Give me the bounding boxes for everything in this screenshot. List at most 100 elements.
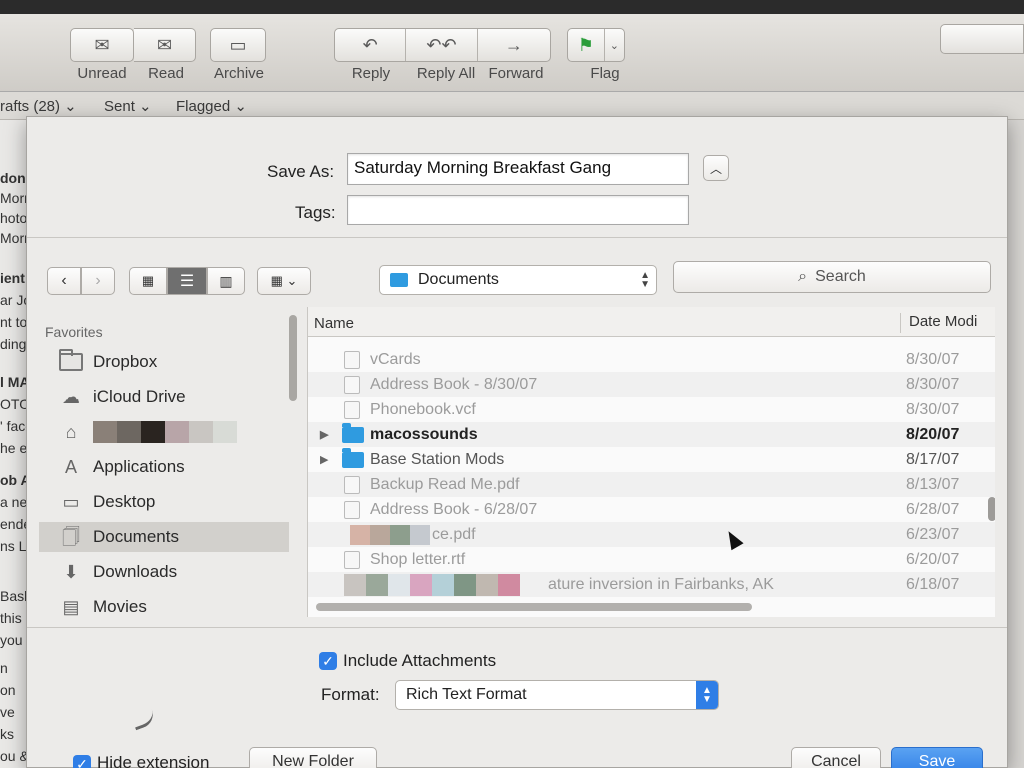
file-row[interactable]: Phonebook.vcf 8/30/07 (308, 397, 995, 422)
sidebar-item-label: iCloud Drive (93, 387, 186, 406)
search-field[interactable]: ⌕ Search (673, 261, 991, 293)
file-date: 8/20/07 (906, 425, 960, 443)
column-view-button[interactable]: ▥ (207, 267, 245, 295)
home-icon: ⌂ (65, 422, 77, 442)
sidebar-item-desktop[interactable]: ▭ Desktop (39, 487, 289, 517)
date-column-header[interactable]: Date Modi (900, 313, 977, 333)
disclosure-triangle-icon[interactable]: ▶ (320, 453, 328, 466)
new-folder-button[interactable]: New Folder (249, 747, 377, 768)
favbar-sent[interactable]: Sent ⌄ (104, 97, 152, 115)
sidebar-item-dropbox[interactable]: Dropbox (39, 347, 289, 377)
cancel-button[interactable]: Cancel (791, 747, 881, 768)
forward-arrow-icon: → (504, 34, 523, 55)
reply-button[interactable]: ↶ (335, 29, 407, 61)
sidebar-item-icloud[interactable]: ☁ iCloud Drive (39, 382, 289, 412)
tags-field[interactable] (347, 195, 689, 225)
file-row[interactable]: Backup Read Me.pdf 8/13/07 (308, 472, 995, 497)
updown-chevron-icon: ▲ ▼ (696, 681, 718, 709)
sidebar-item-documents[interactable]: 🗍 Documents (39, 522, 289, 552)
hide-extension-checkbox[interactable]: ✓ (73, 755, 91, 768)
redacted-username (93, 421, 237, 443)
reply-all-button[interactable]: ↶↶ (406, 29, 478, 61)
icon-view-button[interactable]: ▦ (129, 267, 167, 295)
sidebar-item-movies[interactable]: ▤ Movies (39, 592, 289, 622)
forward-button[interactable]: → (478, 29, 550, 61)
sidebar-item-home[interactable]: ⌂ (39, 417, 289, 447)
disclosure-triangle-icon[interactable]: ▶ (320, 428, 328, 441)
include-attachments-label: Include Attachments (343, 651, 497, 670)
list-fragment: on (0, 682, 16, 698)
favbar-drafts[interactable]: rafts (28) ⌄ (0, 97, 77, 115)
sidebar-item-label: Dropbox (93, 352, 158, 371)
file-name: Address Book - 6/28/07 (370, 500, 538, 518)
file-name: vCards (370, 350, 421, 368)
location-popup[interactable]: Documents ▲ ▼ (379, 265, 657, 295)
chevron-down-icon: ⌄ (609, 39, 619, 52)
pdf-icon (344, 475, 360, 494)
document-icon (344, 500, 360, 519)
envelope-icon: ✉ (94, 34, 110, 55)
back-button[interactable]: ‹ (47, 267, 81, 295)
save-as-field[interactable]: Saturday Morning Breakfast Gang (347, 153, 689, 185)
file-list: Name Date Modi vCards 8/30/07 Address Bo… (307, 307, 995, 617)
file-row[interactable]: Address Book - 6/28/07 6/28/07 (308, 497, 995, 522)
arrange-grid-icon: ▦ ⌄ (270, 273, 298, 288)
flag-button[interactable]: ⚑ (568, 29, 605, 61)
file-row[interactable]: Shop letter.rtf 6/20/07 (308, 547, 995, 572)
resize-grip-icon (131, 709, 157, 731)
flag-label: Flag (590, 65, 620, 82)
file-row[interactable]: Address Book - 8/30/07 8/30/07 (308, 372, 995, 397)
sidebar-scrollbar[interactable] (289, 315, 297, 401)
unread-label: Unread (77, 65, 127, 82)
folder-row[interactable]: ▶ macossounds 8/20/07 (308, 422, 995, 447)
reply-label: Reply (351, 65, 391, 82)
list-fragment: n (0, 660, 8, 676)
read-button[interactable]: ✉ (134, 28, 196, 62)
list-fragment: Basl (0, 588, 28, 604)
list-icon: ☰ (179, 273, 195, 290)
list-fragment: you (0, 632, 23, 648)
archive-button[interactable]: ▭ (210, 28, 266, 62)
sidebar-item-applications[interactable]: A Applications (39, 452, 289, 482)
list-fragment: ks (0, 726, 14, 742)
folder-row[interactable]: ▶ Base Station Mods 8/17/07 (308, 447, 995, 472)
file-row[interactable]: vCards 8/30/07 (308, 347, 995, 372)
save-button[interactable]: Save (891, 747, 983, 768)
location-label: Documents (418, 271, 499, 288)
vertical-scrollbar[interactable] (988, 497, 995, 521)
flag-icon: ⚑ (577, 34, 594, 55)
collapse-button[interactable]: ︿ (703, 155, 729, 181)
file-row[interactable]: ce.pdf 6/23/07 (308, 522, 995, 547)
mail-toolbar: ✉ ✉ ▭ Unread Read Archive ↶ ↶↶ → Reply R… (0, 14, 1024, 92)
file-date: 6/18/07 (906, 575, 960, 593)
reply-arrow-icon: ↶ (362, 34, 378, 55)
format-popup[interactable]: Rich Text Format ▲ ▼ (395, 680, 719, 710)
horizontal-scrollbar[interactable] (316, 603, 752, 611)
file-date: 8/13/07 (906, 475, 960, 493)
list-fragment: ve (0, 704, 15, 720)
forward-nav-button[interactable]: › (81, 267, 115, 295)
chevron-left-icon: ‹ (61, 272, 67, 289)
list-view-button[interactable]: ☰ (167, 267, 207, 295)
file-row[interactable]: ature inversion in Fairbanks, AK 6/18/07 (308, 572, 995, 597)
unread-button[interactable]: ✉ (70, 28, 134, 62)
save-dialog: Save As: Saturday Morning Breakfast Gang… (26, 116, 1008, 768)
include-attachments-checkbox[interactable]: ✓ (319, 652, 337, 670)
name-column-header[interactable]: Name (314, 315, 354, 332)
file-date: 6/23/07 (906, 525, 960, 543)
search-field-mail[interactable] (940, 24, 1024, 54)
read-label: Read (148, 65, 184, 82)
file-date: 6/20/07 (906, 550, 960, 568)
hide-extension-label: Hide extension (97, 753, 210, 768)
file-name: ature inversion in Fairbanks, AK (548, 575, 774, 593)
arrange-button[interactable]: ▦ ⌄ (257, 267, 311, 295)
reply-all-label: Reply All (416, 65, 476, 82)
sidebar-item-downloads[interactable]: ⬇ Downloads (39, 557, 289, 587)
flag-menu-button[interactable]: ⌄ (605, 29, 624, 61)
document-icon (344, 375, 360, 394)
favbar-flagged[interactable]: Flagged ⌄ (176, 97, 247, 115)
column-header: Name Date Modi (308, 307, 995, 337)
tags-label: Tags: (295, 203, 336, 222)
file-name: ce.pdf (432, 525, 476, 543)
updown-chevron-icon: ▲ ▼ (640, 270, 650, 290)
